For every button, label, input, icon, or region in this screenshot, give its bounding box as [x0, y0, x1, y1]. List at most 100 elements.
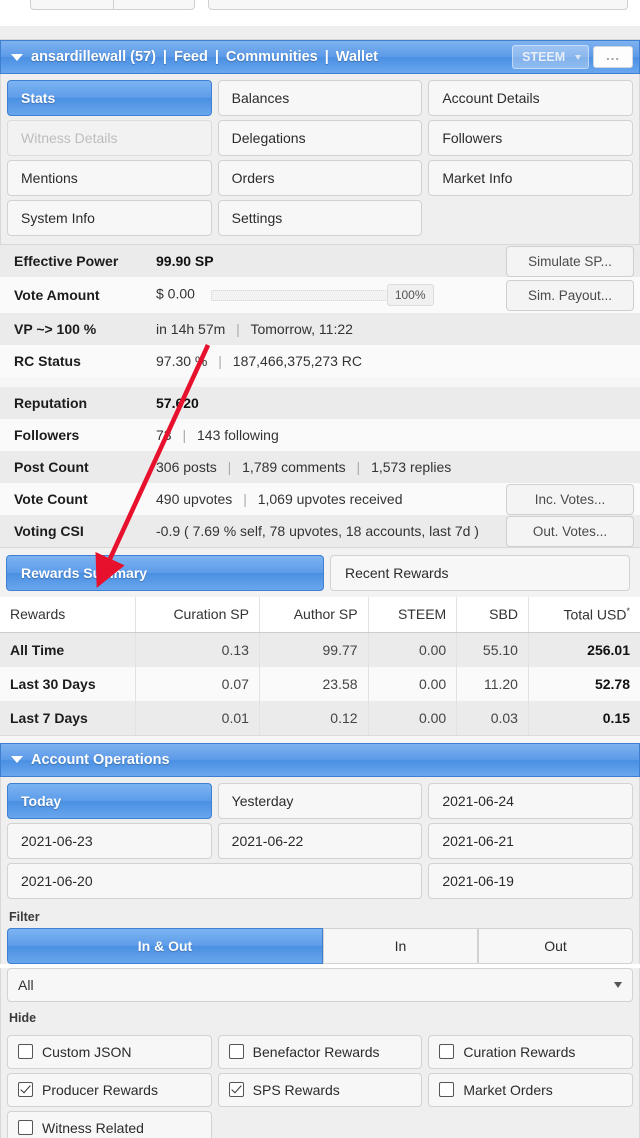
token-select[interactable]: STEEM — [512, 45, 590, 69]
stats-value-reputation: 57.620 — [156, 395, 199, 411]
col-header-author-sp: Author SP — [259, 597, 369, 633]
nav-tab-balances[interactable]: Balances — [217, 80, 423, 116]
date-button-2021-06-23[interactable]: 2021-06-23 — [7, 822, 212, 859]
checkbox-witness-related[interactable]: Witness Related — [7, 1110, 212, 1138]
direction-filter-group: In & Out In Out — [0, 927, 640, 964]
cell-sbd: 11.20 — [456, 666, 529, 701]
checkbox-checked-icon[interactable] — [18, 1082, 33, 1098]
checkbox-curation-rewards[interactable]: Curation Rewards — [428, 1034, 633, 1069]
header-right-controls: STEEM ... — [512, 45, 635, 69]
date-button-2021-06-24[interactable]: 2021-06-24 — [428, 782, 633, 819]
col-header-steem: STEEM — [368, 597, 458, 633]
stats-value-comments: 1,789 comments — [242, 459, 346, 475]
date-button-2021-06-22[interactable]: 2021-06-22 — [217, 822, 423, 859]
stats-row-vp-recharge: VP ~> 100 % in 14h 57m | Tomorrow, 11:22 — [0, 313, 640, 345]
col-header-total-usd: Total USD* — [528, 597, 640, 633]
vote-weight-slider[interactable]: 100% — [210, 284, 434, 306]
checkbox-icon[interactable] — [18, 1120, 33, 1136]
date-button-2021-06-19[interactable]: 2021-06-19 — [428, 862, 633, 899]
checkbox-checked-icon[interactable] — [228, 1082, 244, 1098]
stats-label-voting-csi: Voting CSI — [14, 523, 84, 539]
filter-button-in-and-out[interactable]: In & Out — [7, 927, 323, 964]
account-header-bar[interactable]: ansardillewall (57) | Feed | Communities… — [0, 40, 640, 74]
tab-rewards-summary[interactable]: Rewards Summary — [6, 555, 324, 591]
cell-total-usd: 256.01 — [528, 632, 640, 667]
filter-button-out[interactable]: Out — [478, 927, 633, 964]
value-separator: | — [356, 459, 361, 475]
nav-tab-followers[interactable]: Followers — [428, 120, 633, 156]
account-name-label[interactable]: ansardillewall (57) — [31, 49, 156, 65]
operation-type-select[interactable]: All — [7, 967, 633, 1002]
stats-label-vote-amount: Vote Amount — [14, 287, 100, 303]
header-link-communities[interactable]: Communities — [226, 49, 318, 65]
date-button-2021-06-20[interactable]: 2021-06-20 — [7, 862, 423, 899]
nav-tab-system-info[interactable]: System Info — [7, 200, 212, 236]
stats-row-rc-status: RC Status 97.30 % | 187,466,375,273 RC — [0, 345, 640, 377]
stats-value-following-count: 143 following — [197, 427, 279, 443]
stats-row-post-count: Post Count 306 posts | 1,789 comments | … — [0, 451, 640, 483]
nav-tab-account-details[interactable]: Account Details — [428, 80, 633, 116]
nav-tab-orders[interactable]: Orders — [217, 160, 423, 196]
nav-tab-stats[interactable]: Stats — [7, 80, 212, 116]
checkbox-benefactor-rewards[interactable]: Benefactor Rewards — [217, 1034, 423, 1069]
stats-label-reputation: Reputation — [14, 395, 88, 411]
stats-row-vote-count: Vote Count 490 upvotes | 1,069 upvotes r… — [0, 483, 640, 515]
more-options-button[interactable]: ... — [593, 46, 633, 68]
stats-value-followers-count: 73 — [156, 427, 172, 443]
cell-author-sp: 99.77 — [259, 632, 369, 667]
checkbox-market-orders[interactable]: Market Orders — [428, 1072, 633, 1107]
incoming-votes-button[interactable]: Inc. Votes... — [506, 483, 634, 515]
filter-button-in[interactable]: In — [323, 927, 478, 964]
cell-sbd: 55.10 — [456, 632, 529, 667]
checkbox-producer-rewards[interactable]: Producer Rewards — [7, 1072, 212, 1107]
nav-tab-delegations[interactable]: Delegations — [217, 120, 423, 156]
chevron-down-icon[interactable] — [11, 756, 23, 764]
nav-tab-market-info[interactable]: Market Info — [428, 160, 633, 196]
app-page: ansardillewall (57) | Feed | Communities… — [0, 0, 640, 1138]
checkbox-icon[interactable] — [439, 1082, 455, 1098]
checkbox-icon[interactable] — [18, 1044, 33, 1060]
stats-group-separator — [0, 377, 640, 387]
col-header-sbd: SBD — [456, 597, 529, 633]
cell-curation-sp: 0.13 — [135, 632, 260, 667]
stats-value-effective-power: 99.90 SP — [156, 253, 214, 269]
date-button-yesterday[interactable]: Yesterday — [217, 782, 423, 819]
stats-row-voting-csi: Voting CSI -0.9 ( 7.69 % self, 78 upvote… — [0, 515, 640, 547]
col-header-rewards: Rewards — [0, 597, 137, 633]
checkbox-label: Benefactor Rewards — [252, 1043, 380, 1060]
stats-value-upvotes-received: 1,069 upvotes received — [257, 491, 403, 507]
checkbox-icon[interactable] — [228, 1044, 244, 1060]
simulate-sp-button[interactable]: Simulate SP... — [506, 245, 634, 277]
date-button-2021-06-21[interactable]: 2021-06-21 — [428, 822, 633, 859]
account-operations-header[interactable]: Account Operations — [0, 742, 640, 777]
hide-options-grid: Custom JSON Benefactor Rewards Curation … — [0, 1028, 640, 1138]
col-header-curation-sp: Curation SP — [135, 597, 260, 633]
header-link-feed[interactable]: Feed — [174, 49, 208, 65]
checkbox-custom-json[interactable]: Custom JSON — [7, 1034, 212, 1069]
chevron-down-icon[interactable] — [11, 53, 23, 61]
stats-label-post-count: Post Count — [14, 459, 89, 475]
header-link-wallet[interactable]: Wallet — [336, 49, 378, 65]
vote-weight-slider-track[interactable] — [210, 289, 389, 301]
cell-steem: 0.00 — [368, 632, 458, 667]
nav-tab-settings[interactable]: Settings — [217, 200, 423, 236]
table-row: All Time 0.13 99.77 0.00 55.10 256.01 — [0, 632, 640, 667]
footnote-marker: * — [626, 606, 630, 616]
stats-row-vote-amount: Vote Amount $ 0.00 100% Sim. Payout... — [0, 277, 640, 313]
cut-off-toolbar-strip — [0, 0, 640, 26]
rewards-summary-table: Rewards Curation SP Author SP STEEM SBD … — [0, 597, 640, 735]
cell-author-sp: 0.12 — [259, 700, 369, 735]
token-select-value: STEEM — [522, 50, 566, 64]
checkbox-sps-rewards[interactable]: SPS Rewards — [217, 1072, 423, 1107]
checkbox-label: Witness Related — [42, 1119, 144, 1136]
nav-tab-mentions[interactable]: Mentions — [7, 160, 212, 196]
tab-recent-rewards[interactable]: Recent Rewards — [330, 555, 630, 591]
checkbox-icon[interactable] — [439, 1044, 455, 1060]
stats-label-rc-status: RC Status — [14, 353, 81, 369]
outgoing-votes-button[interactable]: Out. Votes... — [506, 515, 634, 547]
header-separator-3: | — [324, 49, 329, 65]
header-separator-1: | — [162, 49, 167, 65]
rewards-tab-bar: Rewards Summary Recent Rewards — [0, 548, 640, 597]
date-button-today[interactable]: Today — [7, 782, 212, 819]
sim-payout-button[interactable]: Sim. Payout... — [506, 279, 634, 311]
